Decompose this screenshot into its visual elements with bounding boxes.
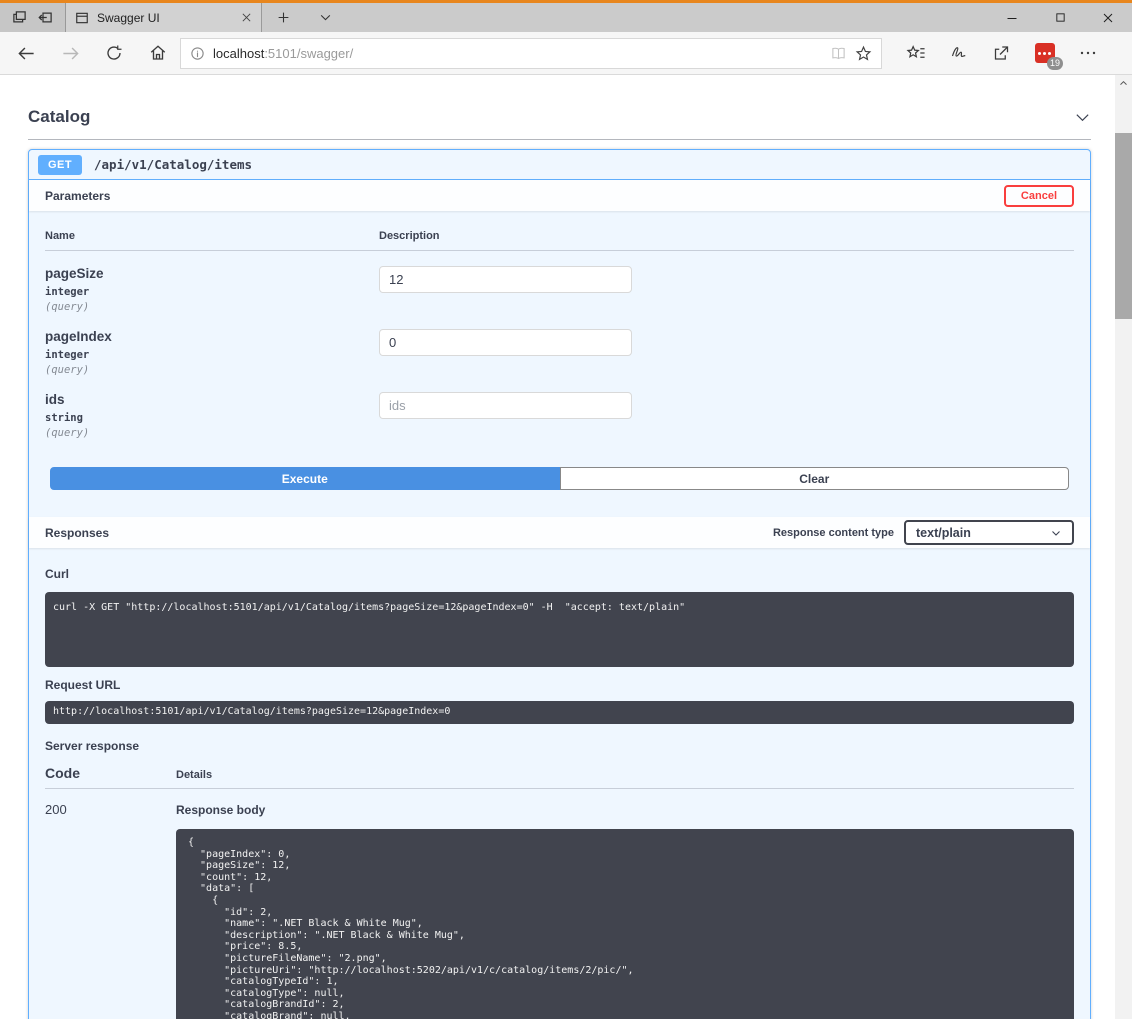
operation-path: /api/v1/Catalog/items <box>94 157 252 172</box>
column-header-description: Description <box>379 230 1074 242</box>
curl-label: Curl <box>45 567 69 581</box>
execute-button[interactable]: Execute <box>50 467 560 490</box>
response-content-type-select[interactable]: text/plain <box>904 520 1074 545</box>
collapse-chevron-icon[interactable] <box>1074 109 1091 126</box>
parameter-name: ids <box>45 392 379 407</box>
tab-title: Swagger UI <box>97 11 233 25</box>
page-favicon-icon <box>75 11 89 25</box>
responses-body: Curl curl -X GET "http://localhost:5101/… <box>29 548 1090 1019</box>
parameter-row: ids string (query) <box>45 377 1074 440</box>
tab-bar: Swagger UI <box>0 3 1132 32</box>
add-favorite-star-icon[interactable] <box>855 45 872 62</box>
vertical-scrollbar[interactable] <box>1115 75 1132 1019</box>
scrollbar-up-arrow-icon[interactable] <box>1115 75 1132 92</box>
response-content-type-label: Response content type <box>773 527 894 539</box>
pagesize-input[interactable] <box>379 266 632 293</box>
opblock-get-catalog-items: GET /api/v1/Catalog/items Parameters Can… <box>28 149 1091 1019</box>
site-info-icon[interactable] <box>190 46 205 61</box>
column-header-name: Name <box>45 230 379 242</box>
ids-input[interactable] <box>379 392 632 419</box>
window-close-button[interactable] <box>1084 3 1132 32</box>
parameter-type: string <box>45 412 379 424</box>
response-body-json: { "pageIndex": 0, "pageSize": 12, "count… <box>176 829 1074 1019</box>
parameter-name: pageIndex <box>45 329 379 344</box>
response-content-type-group: Response content type text/plain <box>773 520 1074 545</box>
parameter-row: pageIndex integer (query) <box>45 314 1074 377</box>
tab-preview-icon[interactable] <box>12 10 27 25</box>
parameters-section-header: Parameters Cancel <box>29 180 1090 211</box>
operation-summary[interactable]: GET /api/v1/Catalog/items <box>29 150 1090 180</box>
reading-view-icon[interactable] <box>830 46 847 61</box>
status-code: 200 <box>45 802 67 817</box>
request-url: http://localhost:5101/api/v1/Catalog/ite… <box>45 701 1074 724</box>
parameters-table-head: Name Description <box>45 230 1074 251</box>
response-body-label: Response body <box>176 803 265 817</box>
column-header-details: Details <box>176 769 1074 781</box>
parameter-location: (query) <box>45 427 379 439</box>
new-tab-button[interactable] <box>262 3 304 32</box>
parameters-title: Parameters <box>45 189 110 203</box>
url-path: :5101/swagger/ <box>264 46 353 61</box>
page-viewport: Catalog GET /api/v1/Catalog/items Parame… <box>0 75 1132 1019</box>
cancel-button[interactable]: Cancel <box>1004 185 1074 207</box>
tag-divider <box>28 139 1091 140</box>
column-header-code: Code <box>45 765 176 781</box>
url-text: localhost:5101/swagger/ <box>213 46 353 61</box>
parameter-type: integer <box>45 349 379 361</box>
curl-command: curl -X GET "http://localhost:5101/api/v… <box>45 592 1074 667</box>
parameter-type: integer <box>45 286 379 298</box>
url-host: localhost <box>213 46 264 61</box>
address-bar[interactable]: localhost:5101/swagger/ <box>180 38 882 69</box>
request-url-label: Request URL <box>45 678 1074 692</box>
hub-favorites-icon[interactable] <box>894 32 937 75</box>
extension-badge: 19 <box>1047 57 1063 70</box>
server-response-label: Server response <box>45 739 1074 753</box>
home-button[interactable] <box>136 32 180 74</box>
http-method-badge: GET <box>38 155 82 175</box>
window-minimize-button[interactable] <box>988 3 1036 32</box>
window-controls <box>988 3 1132 32</box>
forward-button[interactable] <box>48 32 92 74</box>
window-maximize-button[interactable] <box>1036 3 1084 32</box>
response-table-head: Code Details <box>45 765 1074 789</box>
browser-tab-swagger-ui[interactable]: Swagger UI <box>66 3 262 32</box>
refresh-button[interactable] <box>92 32 136 74</box>
parameter-row: pageSize integer (query) <box>45 251 1074 314</box>
more-options-icon[interactable] <box>1066 32 1109 75</box>
parameter-location: (query) <box>45 301 379 313</box>
responses-title: Responses <box>45 526 109 540</box>
responses-section-header: Responses Response content type text/pla… <box>29 517 1090 548</box>
web-note-pen-icon[interactable] <box>937 32 980 75</box>
parameters-table: Name Description pageSize integer (query… <box>29 211 1090 440</box>
select-chevron-icon <box>1050 527 1062 539</box>
browser-toolbar: localhost:5101/swagger/ <box>0 32 1132 75</box>
parameter-location: (query) <box>45 364 379 376</box>
pageindex-input[interactable] <box>379 329 632 356</box>
tab-list-chevron-icon[interactable] <box>304 3 346 32</box>
back-button[interactable] <box>4 32 48 74</box>
execute-wrapper: Execute Clear <box>29 440 1090 490</box>
set-tabs-aside-icon[interactable] <box>38 10 53 25</box>
scrollbar-thumb[interactable] <box>1115 133 1132 319</box>
extension-icon[interactable]: 19 <box>1023 32 1066 75</box>
tab-actions-area <box>0 3 66 32</box>
toolbar-right-icons: 19 <box>894 32 1109 75</box>
clear-button[interactable]: Clear <box>560 467 1070 490</box>
share-icon[interactable] <box>980 32 1023 75</box>
response-content-type-value: text/plain <box>916 526 971 540</box>
tag-section-header[interactable]: Catalog <box>28 107 1091 127</box>
tab-close-icon[interactable] <box>241 12 252 23</box>
parameter-name: pageSize <box>45 266 379 281</box>
response-row: 200 Response body { "pageIndex": 0, "pag… <box>45 789 1074 1019</box>
tag-title: Catalog <box>28 107 90 127</box>
swagger-content: Catalog GET /api/v1/Catalog/items Parame… <box>28 75 1091 1019</box>
